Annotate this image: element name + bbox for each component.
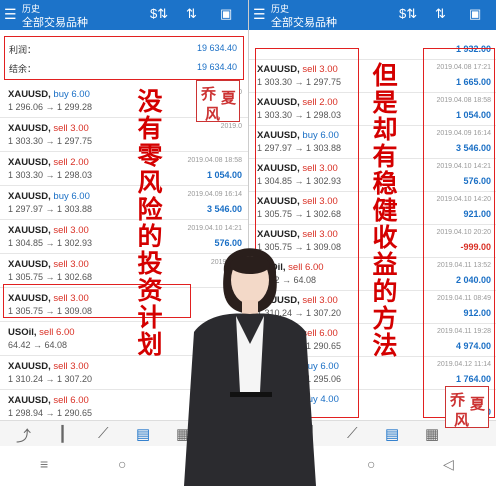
trade-symbol: XAUUSD, sell 3.00: [8, 225, 89, 236]
history-icon[interactable]: ▤: [385, 425, 399, 443]
trade-date: 2019.0: [220, 123, 242, 130]
trade-prices: 1 296.06 → 1 299.28: [8, 102, 93, 112]
trade-date: 2019.04.08 18:58: [187, 157, 243, 164]
trade-row[interactable]: XAUUSD, sell 2.00 1 303.30 → 1 298.03 2019…: [0, 152, 248, 186]
trade-symbol: XAUUSD, sell 2.00: [8, 157, 89, 168]
trade-prices: 1 303.30 → 1 297.75: [8, 136, 93, 146]
trade-prices: 1 297.97 → 1 303.88: [8, 204, 93, 214]
trade-date: 2019.04.09 16:14: [187, 191, 243, 198]
trade-symbol: XAUUSD, sell 3.00: [8, 361, 89, 372]
balance-value: 19 634.40: [196, 62, 237, 72]
trade-prices: 1 298.94 → 1 290.65: [8, 408, 93, 418]
back-nav-icon[interactable]: ◁: [443, 456, 454, 473]
sort-icon[interactable]: ⇅: [435, 6, 446, 22]
caption-left: 没有零风险的投资计划: [137, 87, 163, 359]
menu-icon[interactable]: ☰: [4, 6, 17, 23]
trade-side: sell 2.00: [53, 157, 89, 168]
trade-side: sell 6.00: [53, 395, 89, 406]
trade-side: sell 3.00: [53, 361, 89, 372]
news-icon[interactable]: ▦: [425, 425, 439, 443]
trade-prices: 1 305.75 → 1 302.68: [8, 272, 93, 282]
trade-side: sell 3.00: [53, 123, 89, 134]
trade-symbol: XAUUSD, sell 6.00: [8, 395, 89, 406]
trade-date: 2019.04.10 14:21: [187, 225, 243, 232]
currency-icon[interactable]: $⇅: [399, 6, 417, 22]
home-nav-icon[interactable]: ○: [118, 456, 126, 472]
candles-icon[interactable]: ┃: [58, 425, 67, 443]
trade-profit: 1 054.00: [206, 170, 242, 180]
profit-value: 19 634.40: [196, 43, 237, 53]
trade-prices: 1 303.30 → 1 298.03: [8, 170, 93, 180]
presenter-figure: [184, 248, 316, 486]
trade-side: buy 6.00: [53, 89, 90, 100]
trend-icon[interactable]: ⤴: [16, 425, 31, 446]
menu-icon[interactable]: ☰: [253, 6, 266, 23]
currency-icon[interactable]: $⇅: [150, 6, 168, 22]
logo-left: 乔 夏 风: [196, 80, 240, 123]
highlight-box-profits: [423, 48, 495, 418]
trade-symbol: USOil, sell 6.00: [8, 327, 75, 338]
trade-side: sell 3.00: [53, 225, 89, 236]
trade-symbol: XAUUSD, sell 3.00: [8, 123, 89, 134]
menu-nav-icon[interactable]: ≡: [40, 456, 48, 472]
header-title: 全部交易品种: [22, 17, 88, 29]
calendar-icon[interactable]: ▣: [469, 6, 481, 22]
trade-symbol: XAUUSD, buy 6.00: [8, 191, 90, 202]
chart-icon[interactable]: ⟋: [347, 425, 358, 442]
summary-box: 利润： 19 634.40 结余： 19 634.40: [4, 36, 244, 80]
trade-prices: 1 304.85 → 1 302.93: [8, 238, 93, 248]
trade-prices: 64.42 → 64.08: [8, 340, 68, 350]
logo-right: 乔 夏 风: [445, 386, 489, 429]
caption-right: 但是却有稳健收益的方法: [372, 61, 398, 360]
app-header: ☰ 历史 全部交易品种 $⇅ ⇅ ▣: [0, 0, 248, 30]
calendar-icon[interactable]: ▣: [220, 6, 232, 22]
trade-side: sell 6.00: [39, 327, 75, 338]
home-nav-icon[interactable]: ○: [367, 456, 375, 472]
trade-row[interactable]: XAUUSD, buy 6.00 1 297.97 → 1 303.88 2019.…: [0, 186, 248, 220]
trade-symbol: XAUUSD, sell 3.00: [8, 259, 89, 270]
profit-label: 利润：: [9, 45, 37, 55]
trade-prices: 1 310.24 → 1 307.20: [8, 374, 93, 384]
balance-label: 结余：: [9, 64, 37, 74]
trade-side: sell 3.00: [53, 259, 89, 270]
trade-profit: 3 546.00: [206, 204, 242, 214]
sort-icon[interactable]: ⇅: [186, 6, 197, 22]
history-icon[interactable]: ▤: [136, 425, 150, 443]
trade-symbol: XAUUSD, buy 6.00: [8, 89, 90, 100]
chart-icon[interactable]: ⟋: [98, 425, 109, 442]
trade-side: buy 6.00: [53, 191, 90, 202]
